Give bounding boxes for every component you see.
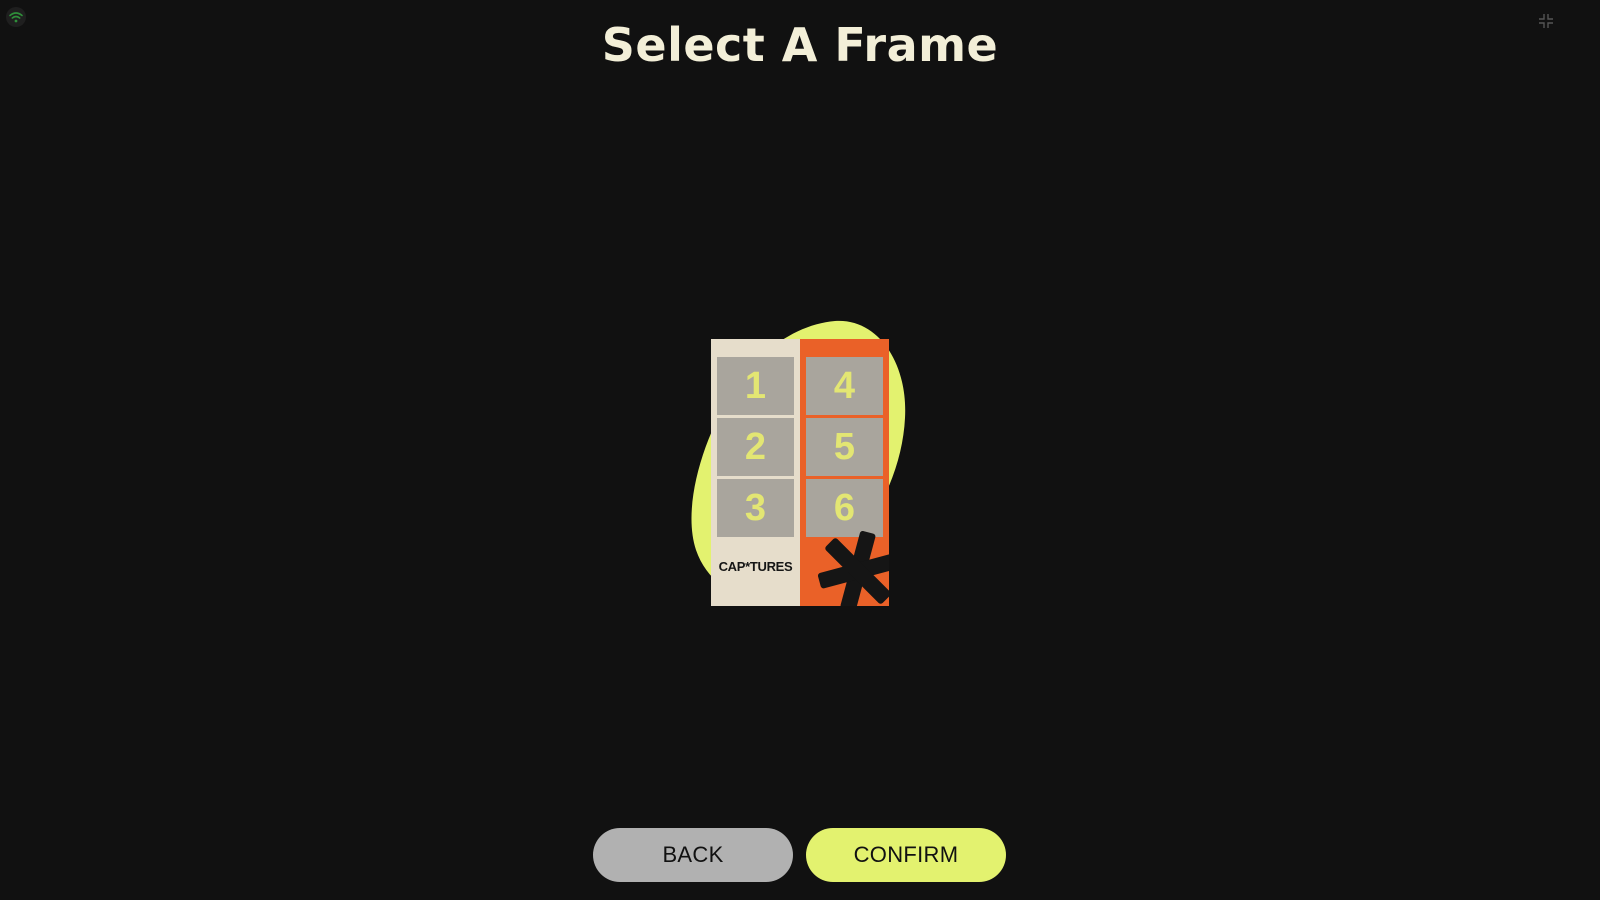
frame-strip-left: 1 2 3 CAP*TURES	[711, 339, 800, 606]
photo-slot-3: 3	[717, 479, 794, 537]
photo-slot-1: 1	[717, 357, 794, 415]
photo-slot-5: 5	[806, 418, 883, 476]
frame-selection-screen: Select A Frame 1 2 3 CAP*TURES 4 5 6 BAC…	[0, 0, 1600, 900]
frame-strip-right: 4 5 6	[800, 339, 889, 606]
confirm-button[interactable]: CONFIRM	[806, 828, 1006, 882]
brand-label: CAP*TURES	[718, 559, 793, 574]
photo-slot-2: 2	[717, 418, 794, 476]
photo-slot-4: 4	[806, 357, 883, 415]
photo-slot-6: 6	[806, 479, 883, 537]
back-button[interactable]: BACK	[593, 828, 793, 882]
asterisk-icon	[818, 531, 889, 606]
page-title: Select A Frame	[601, 18, 999, 72]
frame-option[interactable]: 1 2 3 CAP*TURES 4 5 6	[690, 318, 910, 610]
